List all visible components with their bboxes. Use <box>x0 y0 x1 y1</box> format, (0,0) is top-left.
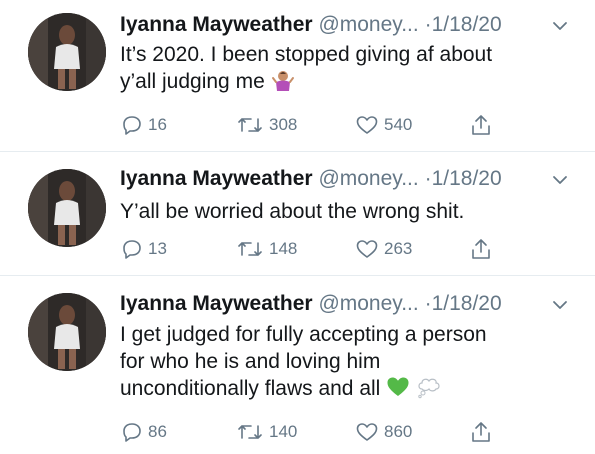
avatar[interactable] <box>28 169 106 247</box>
retweet-count: 148 <box>269 239 298 258</box>
like-button[interactable]: 263 <box>355 238 412 260</box>
author-handle[interactable]: @money... <box>318 13 418 36</box>
retweet-icon <box>238 425 262 439</box>
tweet-text: I get judged for fully accepting a perso… <box>120 321 580 402</box>
retweet-count: 308 <box>269 115 298 134</box>
author-name[interactable]: Iyanna Mayweather <box>120 292 313 315</box>
author-handle[interactable]: @money... <box>318 167 418 190</box>
retweet-count: 140 <box>269 422 298 441</box>
author-name[interactable]: Iyanna Mayweather <box>120 13 313 36</box>
tweet-text-line: I get judged for fully accepting a perso… <box>120 323 487 346</box>
like-button[interactable]: 540 <box>355 114 412 136</box>
chevron-down-icon[interactable] <box>552 299 568 311</box>
author-name[interactable]: Iyanna Mayweather <box>120 167 313 190</box>
tweet-header: Iyanna Mayweather @money... ·1/18/20 <box>120 12 502 38</box>
tweet-date[interactable]: 1/18/20 <box>432 292 502 315</box>
reply-count: 16 <box>148 115 167 134</box>
green-heart-emoji <box>387 377 409 396</box>
tweet-text-line: unconditionally flaws and all <box>120 377 381 400</box>
reply-icon <box>123 116 141 135</box>
share-icon <box>472 422 490 442</box>
retweet-button[interactable]: 308 <box>236 114 297 136</box>
heart-icon <box>356 116 378 134</box>
reply-button[interactable]: 86 <box>121 421 167 443</box>
tweet[interactable]: Iyanna Mayweather @money... ·1/18/20 Y’a… <box>0 152 595 274</box>
share-icon <box>472 115 490 135</box>
share-button[interactable] <box>470 114 492 136</box>
reply-button[interactable]: 13 <box>121 238 167 260</box>
avatar[interactable] <box>28 293 106 371</box>
tweet-text-line: y’all judging me <box>120 70 265 93</box>
retweet-button[interactable]: 140 <box>236 421 297 443</box>
avatar[interactable] <box>28 13 106 91</box>
tweet-text: It’s 2020. I been stopped giving af abou… <box>120 42 580 95</box>
tweet-text-line: It’s 2020. I been stopped giving af abou… <box>120 43 493 66</box>
tweet-date[interactable]: 1/18/20 <box>432 13 502 36</box>
tweet-text-line: Y’all be worried about the wrong shit. <box>120 200 465 223</box>
thought-balloon-emoji <box>418 378 440 399</box>
tweet[interactable]: Iyanna Mayweather @money... ·1/18/20 I g… <box>0 276 595 454</box>
share-button[interactable] <box>470 421 492 443</box>
author-handle[interactable]: @money... <box>318 292 418 315</box>
retweet-icon <box>238 118 262 132</box>
separator: · <box>424 167 432 190</box>
reply-icon <box>123 240 141 259</box>
heart-icon <box>356 423 378 441</box>
chevron-down-icon[interactable] <box>552 20 568 32</box>
reply-count: 86 <box>148 422 167 441</box>
tweet-date[interactable]: 1/18/20 <box>432 167 502 190</box>
like-button[interactable]: 860 <box>355 421 412 443</box>
reply-icon <box>123 423 141 442</box>
reply-button[interactable]: 16 <box>121 114 167 136</box>
retweet-button[interactable]: 148 <box>236 238 297 260</box>
like-count: 540 <box>384 115 413 134</box>
separator: · <box>424 13 432 36</box>
chevron-down-icon[interactable] <box>552 174 568 186</box>
retweet-icon <box>238 242 262 256</box>
tweet[interactable]: Iyanna Mayweather @money... ·1/18/20 It’… <box>0 0 595 150</box>
heart-icon <box>356 240 378 258</box>
share-button[interactable] <box>470 238 492 260</box>
reply-count: 13 <box>148 239 167 258</box>
like-count: 860 <box>384 422 413 441</box>
tweet-header: Iyanna Mayweather @money... ·1/18/20 <box>120 166 502 192</box>
separator: · <box>424 292 432 315</box>
person-shrugging-emoji <box>271 71 294 91</box>
share-icon <box>472 239 490 259</box>
like-count: 263 <box>384 239 413 258</box>
tweet-text-line: for who he is and loving him <box>120 350 381 373</box>
tweet-header: Iyanna Mayweather @money... ·1/18/20 <box>120 291 502 317</box>
tweet-text: Y’all be worried about the wrong shit. <box>120 199 580 225</box>
